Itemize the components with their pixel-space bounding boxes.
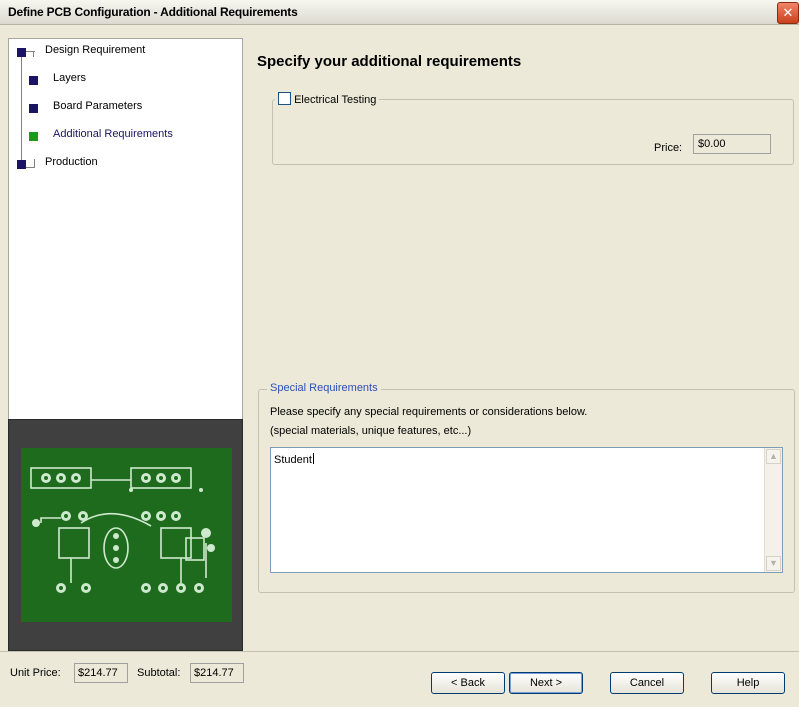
special-requirements-value: Student	[274, 453, 314, 466]
nav-item-board-parameters[interactable]: Board Parameters	[53, 100, 142, 112]
next-button[interactable]: Next >	[509, 672, 583, 694]
close-button[interactable]: ✕	[777, 2, 799, 24]
help-button[interactable]: Help	[711, 672, 785, 694]
nav-item-layers[interactable]: Layers	[53, 72, 86, 84]
subtotal-value: $214.77	[190, 663, 244, 683]
step-node-icon	[29, 104, 38, 113]
step-node-active-icon	[29, 132, 38, 141]
electrical-testing-label[interactable]: Electrical Testing	[294, 94, 376, 106]
tree-line	[21, 51, 22, 169]
nav-item-additional-requirements[interactable]: Additional Requirements	[53, 128, 173, 140]
pcb-artwork-icon	[30, 467, 215, 593]
step-node-icon	[17, 48, 26, 57]
electrical-testing-group: Electrical Testing Price: $0.00	[272, 92, 794, 165]
text-caret	[312, 453, 314, 464]
back-button[interactable]: < Back	[431, 672, 505, 694]
special-requirements-instructions: Please specify any special requirements …	[270, 406, 588, 418]
wizard-step-tree: Design Requirement Layers Board Paramete…	[8, 38, 243, 421]
subtotal-label: Subtotal:	[137, 667, 181, 679]
title-bar[interactable]: Define PCB Configuration - Additional Re…	[0, 0, 799, 25]
electrical-testing-checkbox[interactable]	[278, 92, 291, 105]
scroll-down-arrow-icon[interactable]: ▼	[766, 556, 781, 571]
tree-line	[34, 159, 35, 168]
pcb-board-image	[21, 448, 232, 622]
textarea-scrollbar[interactable]: ▲ ▼	[764, 448, 782, 572]
unit-price-value: $214.77	[74, 663, 128, 683]
price-value: $0.00	[693, 134, 771, 154]
special-requirements-textarea[interactable]: Student ▲ ▼	[270, 447, 783, 573]
pcb-preview	[8, 419, 243, 651]
step-node-icon	[29, 76, 38, 85]
cancel-button[interactable]: Cancel	[610, 672, 684, 694]
close-icon: ✕	[782, 5, 794, 20]
scroll-up-arrow-icon[interactable]: ▲	[766, 449, 781, 464]
step-node-icon	[17, 160, 26, 169]
page-heading: Specify your additional requirements	[257, 53, 522, 70]
price-label: Price:	[654, 142, 683, 154]
dialog-window: Define PCB Configuration - Additional Re…	[0, 0, 799, 707]
special-requirements-legend: Special Requirements	[267, 382, 381, 394]
divider	[0, 651, 799, 652]
window-title: Define PCB Configuration - Additional Re…	[8, 5, 298, 19]
special-requirements-group: Special Requirements Please specify any …	[258, 382, 795, 593]
special-requirements-examples: (special materials, unique features, etc…	[270, 425, 472, 437]
nav-item-production[interactable]: Production	[45, 156, 98, 168]
electrical-testing-legend: Electrical Testing	[275, 92, 380, 106]
nav-item-design-requirement[interactable]: Design Requirement	[45, 44, 145, 56]
special-requirements-text: Student	[274, 454, 312, 466]
unit-price-label: Unit Price:	[10, 667, 61, 679]
